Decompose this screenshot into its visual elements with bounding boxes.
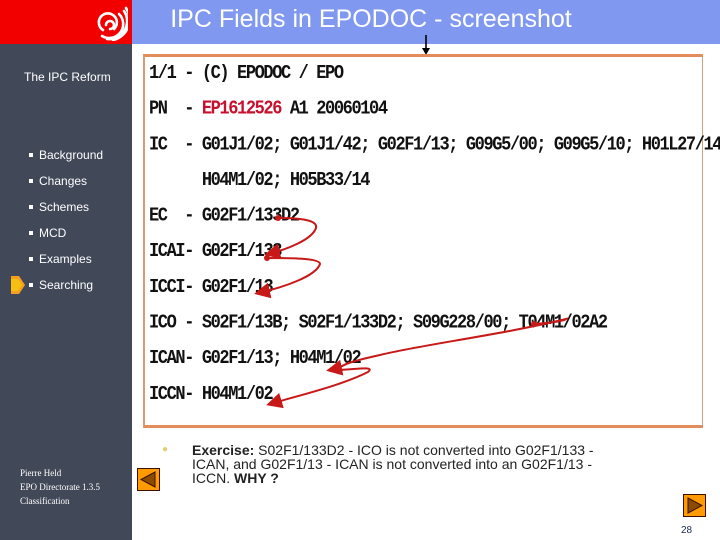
field-sep: - bbox=[184, 383, 202, 406]
sidebar-heading: The IPC Reform bbox=[24, 70, 111, 84]
bullet-icon bbox=[29, 231, 33, 235]
author-info: Pierre Held EPO Directorate 1.3.5 Classi… bbox=[20, 466, 100, 508]
epo-logo-icon bbox=[97, 6, 128, 41]
triangle-left-icon bbox=[139, 471, 156, 488]
bullet-icon bbox=[29, 153, 33, 157]
field-sep: - bbox=[175, 98, 202, 121]
logo-block bbox=[0, 0, 132, 44]
field-label: IC bbox=[149, 134, 176, 157]
record-line: ICAI- G02F1/133 bbox=[149, 241, 283, 264]
field-value: G01J1/02; G01J1/42; G02F1/13; G09G5/00; … bbox=[201, 134, 720, 157]
bullet-icon bbox=[29, 205, 33, 209]
record-line: H04M1/02; H05B33/14 bbox=[149, 169, 371, 193]
bullet-icon bbox=[29, 283, 33, 287]
sidebar-item-label: Examples bbox=[39, 252, 92, 266]
author-department: EPO Directorate 1.3.5 bbox=[20, 482, 100, 492]
record-line: 1/1 - (C) EPODOC / EPO bbox=[149, 63, 344, 86]
field-value: H04M1/02; H05B33/14 bbox=[201, 169, 371, 192]
field-label: ICCN bbox=[149, 383, 186, 406]
record-line: ICAN- G02F1/13; H04M1/02 bbox=[149, 348, 362, 371]
field-label: EC bbox=[149, 205, 176, 228]
field-label: ICCI bbox=[149, 276, 186, 299]
sidebar-item-changes[interactable]: Changes bbox=[0, 174, 132, 200]
epodoc-screenshot: 1/1 - (C) EPODOC / EPO PN - EP1612526 A1… bbox=[143, 54, 720, 428]
field-value: H04M1/02 bbox=[201, 383, 274, 406]
field-label: ICAN bbox=[149, 348, 186, 371]
record-line: EC - G02F1/133D2 bbox=[149, 205, 300, 229]
page-title: IPC Fields in EPODOC - screenshot bbox=[170, 5, 572, 33]
field-sep bbox=[149, 170, 202, 192]
triangle-right-icon bbox=[687, 497, 704, 514]
sidebar-item-label: Changes bbox=[39, 174, 88, 188]
author-unit: Classification bbox=[20, 496, 70, 506]
exercise-text-3: ICCN. bbox=[192, 470, 234, 486]
publication-number-link[interactable]: EP1612526 bbox=[202, 99, 283, 121]
field-value: G02F1/13; H04M1/02 bbox=[201, 348, 362, 371]
sidebar-nav: Background Changes Schemes MCD Examples … bbox=[0, 148, 132, 304]
field-label: ICAI bbox=[149, 241, 186, 264]
exercise-text: ● Exercise: S02F1/133D2 - ICO is not con… bbox=[162, 443, 652, 485]
bullet-icon bbox=[29, 179, 33, 183]
sidebar-item-label: MCD bbox=[39, 226, 67, 240]
field-value: G02F1/133 bbox=[201, 241, 283, 264]
bullet-icon bbox=[29, 257, 33, 261]
next-slide-button[interactable] bbox=[683, 494, 706, 517]
exercise-question: WHY ? bbox=[234, 470, 279, 486]
sidebar-item-searching[interactable]: Searching bbox=[0, 276, 132, 304]
field-value: G02F1/133D2 bbox=[201, 205, 300, 228]
field-value: (C) EPODOC / EPO bbox=[201, 63, 344, 85]
field-sep: - bbox=[175, 205, 202, 228]
field-sep: - bbox=[175, 312, 202, 335]
field-label: PN bbox=[149, 98, 176, 121]
previous-slide-button[interactable] bbox=[137, 468, 160, 491]
arrow-down-icon bbox=[422, 35, 430, 55]
field-value: G02F1/13 bbox=[201, 276, 274, 299]
arrow-pointer-icon bbox=[11, 276, 25, 294]
author-name: Pierre Held bbox=[20, 468, 62, 478]
record-line: ICCN- H04M1/02 bbox=[149, 383, 274, 407]
record-line: IC - G01J1/02; G01J1/42; G02F1/13; G09G5… bbox=[149, 134, 720, 157]
sidebar-item-label: Searching bbox=[39, 278, 94, 292]
field-sep: - bbox=[175, 63, 202, 85]
sidebar-item-label: Schemes bbox=[39, 200, 90, 214]
sidebar-item-mcd[interactable]: MCD bbox=[0, 226, 132, 252]
field-sep: - bbox=[175, 134, 202, 157]
sidebar-item-schemes[interactable]: Schemes bbox=[0, 200, 132, 226]
exercise-line: ICCN. WHY ? bbox=[172, 471, 652, 485]
sidebar: The IPC Reform Background Changes Scheme… bbox=[0, 44, 132, 540]
exercise-line: ICAN, and G02F1/13 - ICAN is not convert… bbox=[192, 456, 592, 472]
field-value: S02F1/13B; S02F1/133D2; S09G228/00; T04M… bbox=[201, 312, 608, 335]
record-line: PN - EP1612526 A1 20060104 bbox=[149, 98, 388, 122]
sidebar-item-background[interactable]: Background bbox=[0, 148, 132, 174]
bullet-icon: ● bbox=[162, 444, 169, 455]
page-number: 28 bbox=[681, 525, 693, 536]
record-line: ICO - S02F1/13B; S02F1/133D2; S09G228/00… bbox=[149, 312, 608, 336]
field-value: A1 20060104 bbox=[281, 98, 388, 121]
record-line: ICCI- G02F1/13 bbox=[149, 276, 274, 300]
exercise-line: Exercise: S02F1/133D2 - ICO is not conve… bbox=[172, 443, 652, 457]
field-label: ICO bbox=[149, 312, 177, 335]
field-sep: - bbox=[184, 276, 202, 299]
field-sep: - bbox=[184, 241, 202, 264]
field-sep: - bbox=[184, 348, 202, 371]
field-label: 1/1 bbox=[149, 63, 177, 85]
sidebar-item-label: Background bbox=[39, 148, 104, 162]
